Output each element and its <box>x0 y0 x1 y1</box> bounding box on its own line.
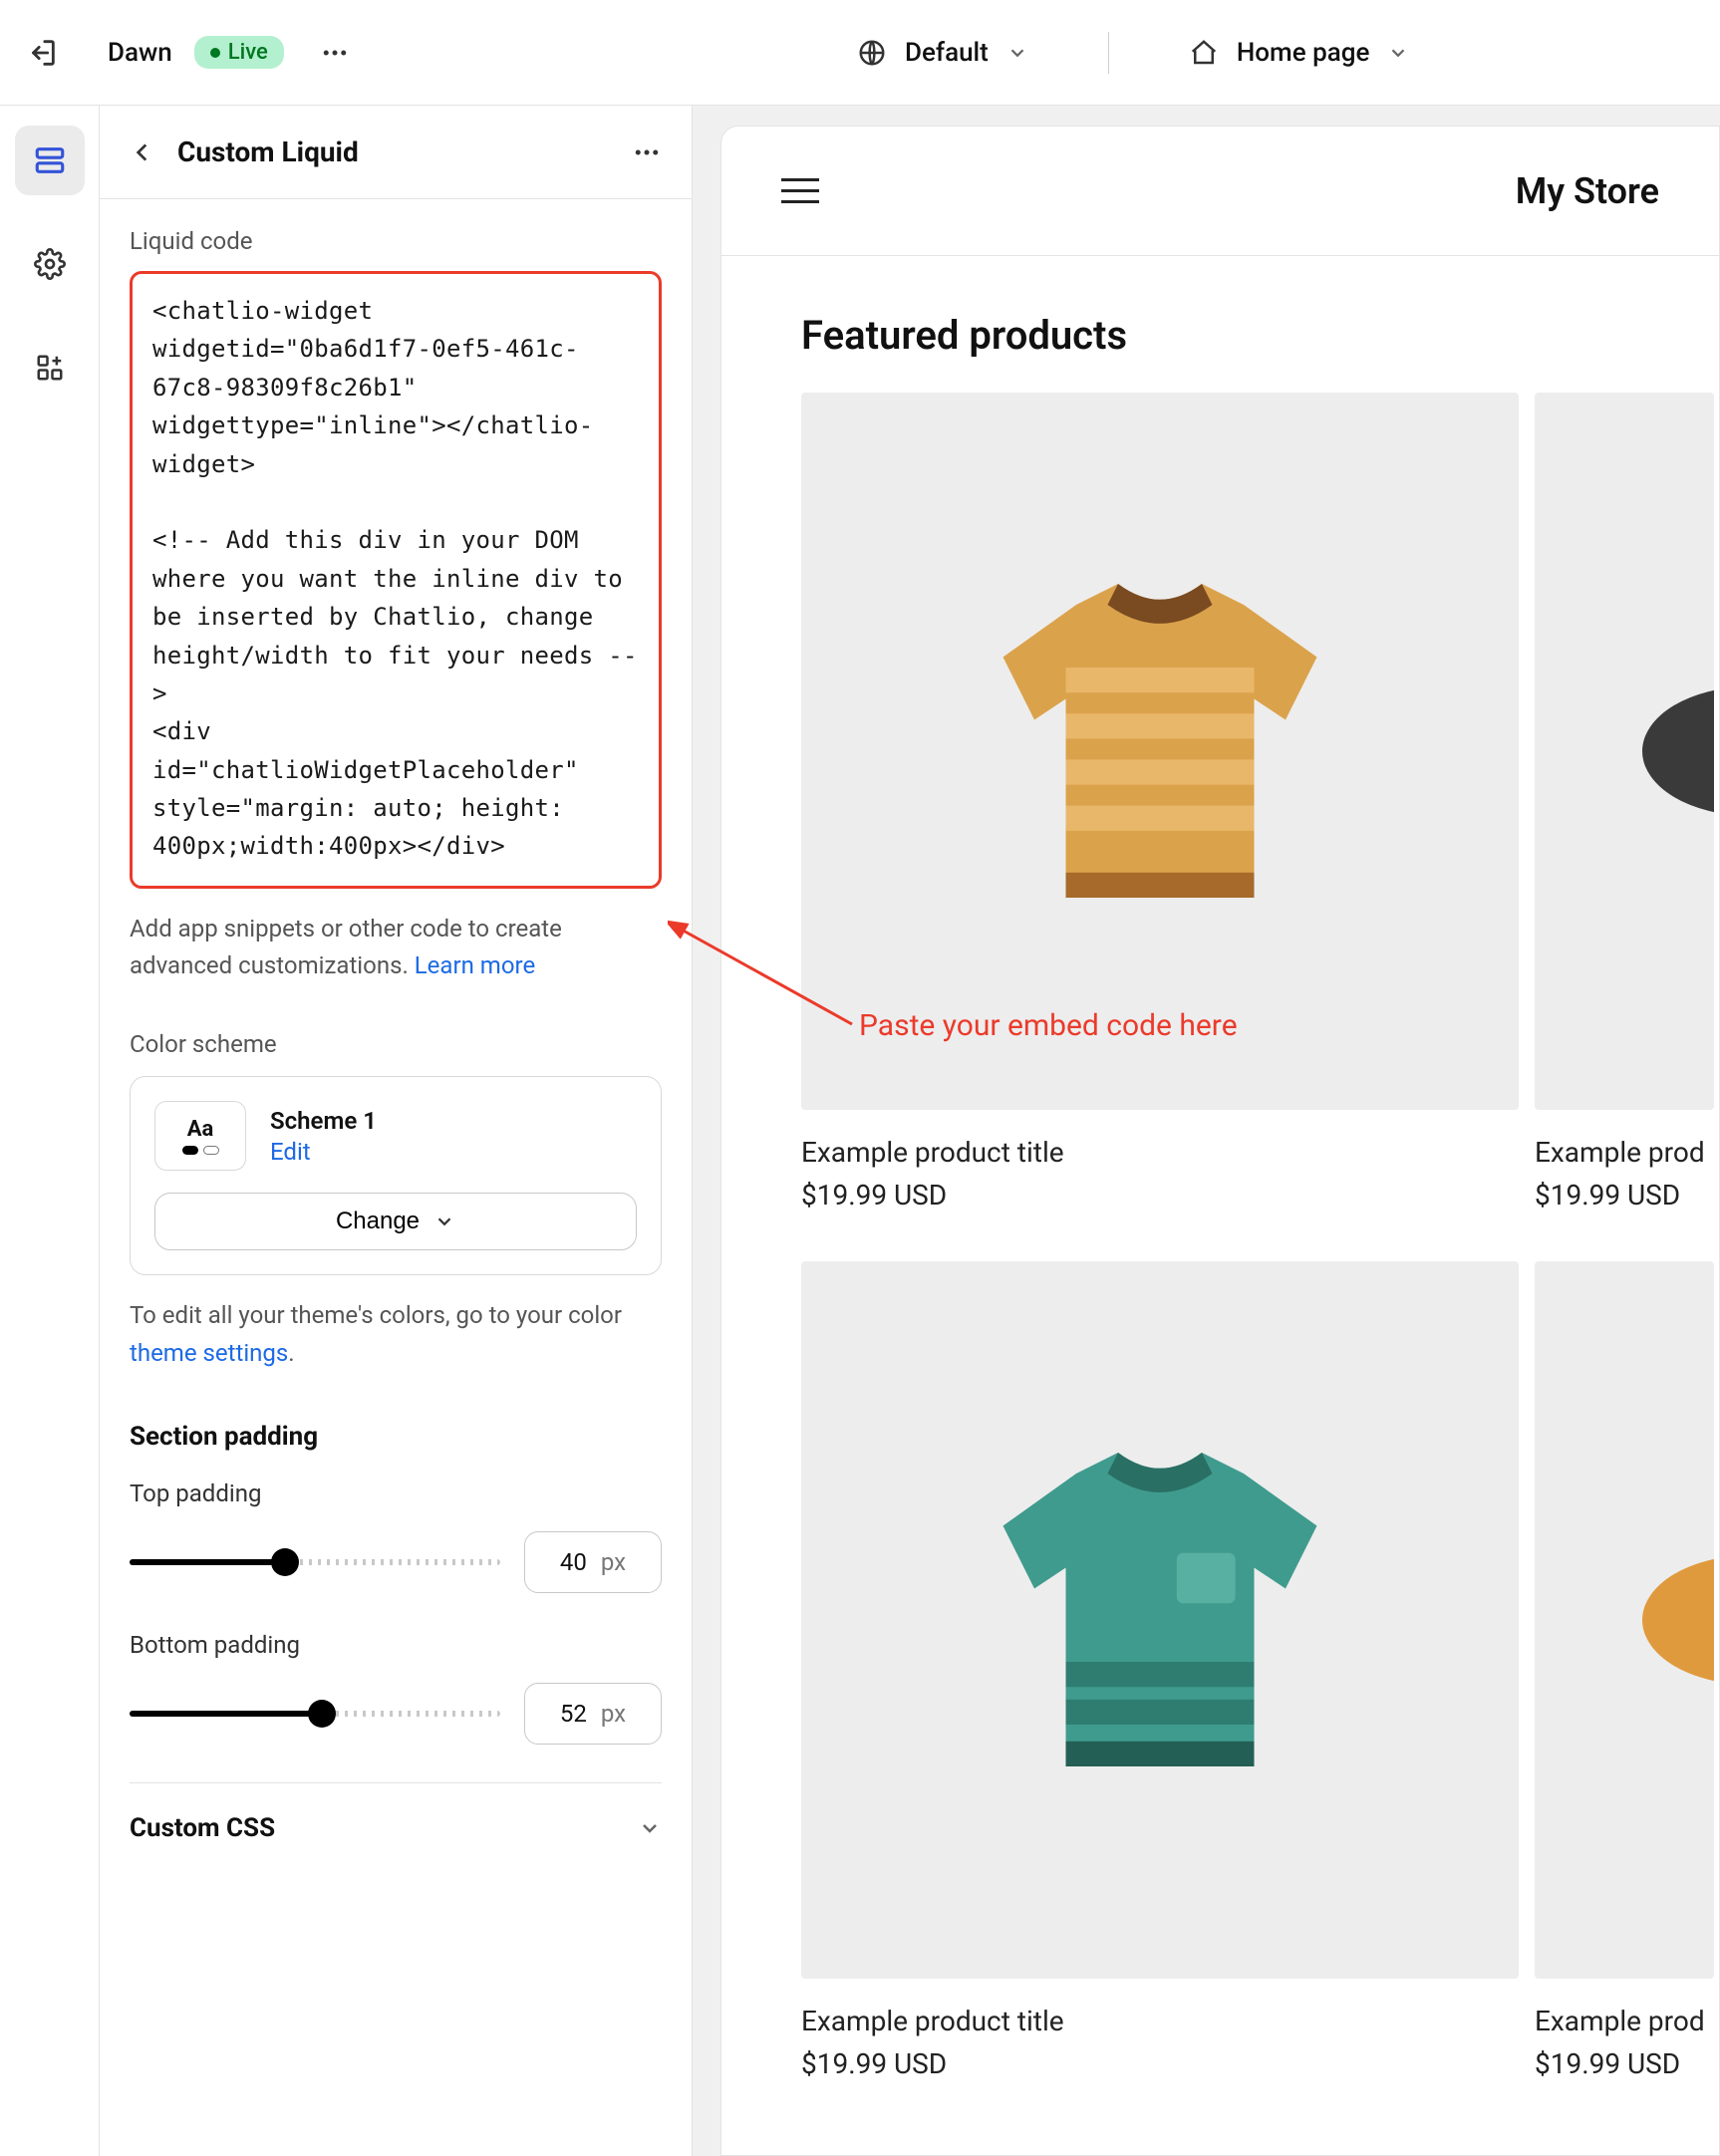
theme-colors-help: To edit all your theme's colors, go to y… <box>130 1297 662 1371</box>
rail-sections-icon[interactable] <box>15 126 85 195</box>
product-price: $19.99 USD <box>801 1179 1519 1212</box>
rail-settings-icon[interactable] <box>15 229 85 299</box>
product-card[interactable]: Example product title $19.99 USD <box>801 1261 1519 2080</box>
top-padding-slider[interactable] <box>130 1559 500 1565</box>
preview-wrap: My Store Featured products <box>693 106 1720 2156</box>
theme-settings-link[interactable]: theme settings <box>130 1339 288 1367</box>
bottom-padding-block: Bottom padding 52 px <box>130 1631 662 1745</box>
product-image <box>801 1261 1519 1979</box>
viewport-selector[interactable]: Default <box>857 38 1028 68</box>
scheme-swatch: Aa <box>154 1101 246 1171</box>
live-badge: Live <box>194 36 284 69</box>
product-image <box>1535 1261 1714 1979</box>
more-actions-icon[interactable] <box>320 38 350 68</box>
product-price: $19.99 USD <box>1535 1179 1714 1212</box>
bottom-padding-slider[interactable] <box>130 1711 500 1717</box>
topbar: Dawn Live Default Home page <box>0 0 1720 106</box>
viewport-label: Default <box>905 38 989 68</box>
change-scheme-button[interactable]: Change <box>154 1193 637 1250</box>
learn-more-link[interactable]: Learn more <box>415 951 535 979</box>
liquid-code-input[interactable]: <chatlio-widget widgetid="0ba6d1f7-0ef5-… <box>130 271 662 889</box>
theme-name: Dawn <box>108 38 172 68</box>
featured-heading: Featured products <box>721 256 1719 393</box>
product-price: $19.99 USD <box>801 2047 1519 2080</box>
product-card[interactable]: Example product title $19.99 USD <box>801 393 1519 1212</box>
product-price: $19.99 USD <box>1535 2047 1714 2080</box>
preview-frame: My Store Featured products <box>720 126 1720 2156</box>
page-selector[interactable]: Home page <box>1189 38 1410 68</box>
product-image <box>801 393 1519 1110</box>
panel-title: Custom Liquid <box>177 135 359 168</box>
annotation-text: Paste your embed code here <box>859 1008 1238 1043</box>
product-title: Example product title <box>801 2005 1519 2037</box>
sidebar-header: Custom Liquid <box>100 106 692 199</box>
color-scheme-label: Color scheme <box>130 1030 662 1058</box>
top-padding-block: Top padding 40 px <box>130 1480 662 1593</box>
product-image <box>1535 393 1714 1110</box>
section-padding-heading: Section padding <box>130 1422 662 1452</box>
separator <box>1108 32 1109 74</box>
top-padding-label: Top padding <box>130 1480 662 1507</box>
top-padding-value[interactable]: 40 px <box>524 1531 662 1593</box>
page-label: Home page <box>1237 38 1370 68</box>
sidebar-panel: Custom Liquid Liquid code <chatlio-widge… <box>100 106 693 2156</box>
custom-css-accordion[interactable]: Custom CSS <box>130 1782 662 1874</box>
topbar-center: Default Home page <box>857 0 1409 105</box>
chevron-down-icon <box>1387 42 1409 64</box>
scheme-name: Scheme 1 <box>270 1107 377 1135</box>
sidebar-body: Liquid code <chatlio-widget widgetid="0b… <box>100 199 692 2156</box>
color-scheme-card: Aa Scheme 1 Edit Change <box>130 1076 662 1275</box>
product-title: Example prod <box>1535 2005 1714 2037</box>
preview-header: My Store <box>721 127 1719 256</box>
chevron-down-icon <box>1006 42 1028 64</box>
exit-icon[interactable] <box>20 36 64 70</box>
liquid-help-text: Add app snippets or other code to create… <box>130 911 662 984</box>
product-card[interactable]: Example prod $19.99 USD <box>1535 1261 1714 2080</box>
panel-more-icon[interactable] <box>632 137 662 167</box>
bottom-padding-label: Bottom padding <box>130 1631 662 1659</box>
back-icon[interactable] <box>130 139 155 165</box>
product-title: Example prod <box>1535 1136 1714 1169</box>
liquid-code-label: Liquid code <box>130 227 662 255</box>
chevron-down-icon <box>638 1816 662 1840</box>
product-card[interactable]: Example prod $19.99 USD <box>1535 393 1714 1212</box>
chevron-down-icon <box>433 1211 455 1232</box>
bottom-padding-value[interactable]: 52 px <box>524 1683 662 1745</box>
store-title: My Store <box>1516 170 1659 212</box>
hamburger-icon[interactable] <box>781 178 819 203</box>
rail-apps-icon[interactable] <box>15 333 85 403</box>
left-rail <box>0 106 100 2156</box>
product-title: Example product title <box>801 1136 1519 1169</box>
scheme-edit-link[interactable]: Edit <box>270 1138 377 1166</box>
